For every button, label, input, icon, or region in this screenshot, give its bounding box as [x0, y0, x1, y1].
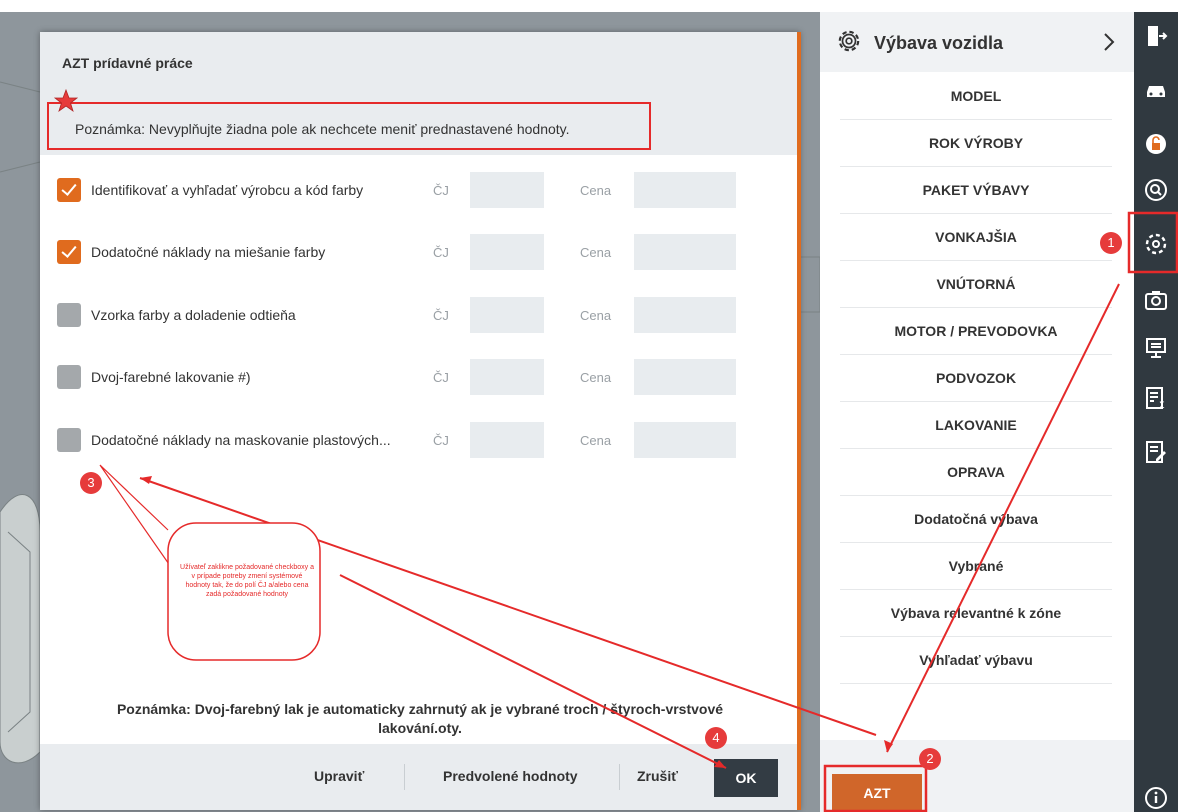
cena-label: Cena [580, 183, 612, 198]
azt-button[interactable]: AZT [832, 774, 922, 812]
ok-button[interactable]: OK [714, 759, 778, 797]
step-badge-2: 2 [919, 748, 941, 770]
menu-item-selected[interactable]: Vybrané [840, 543, 1112, 590]
star-icon [54, 89, 78, 113]
dialog-accent-edge [797, 32, 801, 810]
row-checkbox[interactable] [57, 365, 81, 389]
row-label: Identifikovať a vyhľadať výrobcu a kód f… [91, 182, 364, 198]
step-badge-1: 1 [1100, 232, 1122, 254]
cj-label: ČJ [433, 433, 449, 448]
cj-label: ČJ [433, 183, 449, 198]
edit-button[interactable]: Upraviť [314, 768, 364, 784]
car-icon[interactable] [1144, 78, 1168, 102]
cena-input[interactable] [634, 422, 736, 458]
cj-input[interactable] [470, 172, 544, 208]
cena-input[interactable] [634, 359, 736, 395]
cj-label: ČJ [433, 245, 449, 260]
row-checkbox[interactable] [57, 178, 81, 202]
calculation-icon[interactable]: Σ [1144, 386, 1168, 410]
lock-icon[interactable] [1144, 132, 1168, 156]
exit-icon[interactable] [1144, 24, 1168, 48]
cena-label: Cena [580, 245, 612, 260]
search-icon[interactable] [1144, 178, 1168, 202]
menu-item-interior[interactable]: VNÚTORNÁ [840, 261, 1112, 308]
menu-item-search-equipment[interactable]: Vyhľadať výbavu [840, 637, 1112, 684]
cj-label: ČJ [433, 370, 449, 385]
row-label: Dodatočné náklady na miešanie farby [91, 244, 326, 260]
panel-title: Výbava vozidla [874, 33, 1004, 53]
vehicle-equipment-panel: Výbava vozidla MODEL ROK VÝROBY PAKET VÝ… [820, 12, 1134, 812]
row-checkbox[interactable] [57, 240, 81, 264]
cena-label: Cena [580, 370, 612, 385]
dialog-note: Poznámka: Nevyplňujte žiadna pole ak nec… [75, 121, 570, 137]
work-row: Dodatočné náklady na miešanie farby ČJ C… [40, 234, 800, 270]
panel-header: Výbava vozidla [820, 12, 1134, 72]
work-row: Dodatočné náklady na maskovanie plastový… [40, 422, 800, 458]
cj-input[interactable] [470, 297, 544, 333]
menu-item-paint[interactable]: LAKOVANIE [840, 402, 1112, 449]
menu-item-exterior[interactable]: VONKAJŠIA [840, 214, 1112, 261]
row-label: Vzorka farby a doladenie odtieňa [91, 307, 296, 323]
camera-icon[interactable] [1144, 288, 1168, 312]
cena-label: Cena [580, 308, 612, 323]
menu-item-extra-equipment[interactable]: Dodatočná výbava [840, 496, 1112, 543]
cena-input[interactable] [634, 172, 736, 208]
two-tone-note: Poznámka: Dvoj-farebný lak je automatick… [116, 701, 724, 736]
menu-item-repair[interactable]: OPRAVA [840, 449, 1112, 496]
cancel-button[interactable]: Zrušiť [637, 768, 678, 784]
monitor-icon[interactable] [1144, 336, 1168, 360]
work-row: Vzorka farby a doladenie odtieňa ČJ Cena [40, 297, 800, 333]
callout-text: Užívateľ zaklikne požadované checkboxy a… [180, 564, 314, 598]
row-checkbox[interactable] [57, 428, 81, 452]
svg-text:Σ: Σ [1159, 401, 1165, 410]
step-badge-3: 3 [80, 472, 102, 494]
work-row: Dvoj-farebné lakovanie #) ČJ Cena [40, 359, 800, 395]
edit-document-icon[interactable] [1144, 440, 1168, 464]
menu-item-engine[interactable]: MOTOR / PREVODOVKA [840, 308, 1112, 355]
cj-input[interactable] [470, 359, 544, 395]
default-values-button[interactable]: Predvolené hodnoty [443, 768, 578, 784]
azt-extra-work-dialog: AZT prídavné práce Poznámka: Nevyplňujte… [40, 32, 800, 810]
info-icon[interactable] [1144, 786, 1168, 810]
menu-item-zone-equipment[interactable]: Výbava relevantné k zóne [840, 590, 1112, 637]
step-badge-4: 4 [705, 727, 727, 749]
right-toolbar: Σ [1134, 12, 1178, 812]
row-label: Dvoj-farebné lakovanie #) [91, 369, 251, 385]
gear-icon[interactable] [1144, 232, 1168, 256]
work-row: Identifikovať a vyhľadať výrobcu a kód f… [40, 172, 800, 208]
cj-input[interactable] [470, 234, 544, 270]
dialog-footer: Upraviť Predvolené hodnoty Zrušiť OK [40, 744, 800, 810]
cj-input[interactable] [470, 422, 544, 458]
cena-input[interactable] [634, 234, 736, 270]
panel-footer: AZT [820, 740, 1134, 812]
cena-input[interactable] [634, 297, 736, 333]
row-checkbox[interactable] [57, 303, 81, 327]
cj-label: ČJ [433, 308, 449, 323]
row-label: Dodatočné náklady na maskovanie plastový… [91, 432, 391, 448]
menu-item-chassis[interactable]: PODVOZOK [840, 355, 1112, 402]
dialog-title: AZT prídavné práce [62, 55, 193, 71]
menu-item-year[interactable]: ROK VÝROBY [840, 120, 1112, 167]
gear-icon [838, 30, 860, 52]
cena-label: Cena [580, 433, 612, 448]
chevron-right-icon[interactable] [1102, 32, 1116, 52]
menu-item-model[interactable]: MODEL [840, 73, 1112, 120]
menu-item-package[interactable]: PAKET VÝBAVY [840, 167, 1112, 214]
footer-divider [404, 764, 405, 790]
footer-divider [619, 764, 620, 790]
